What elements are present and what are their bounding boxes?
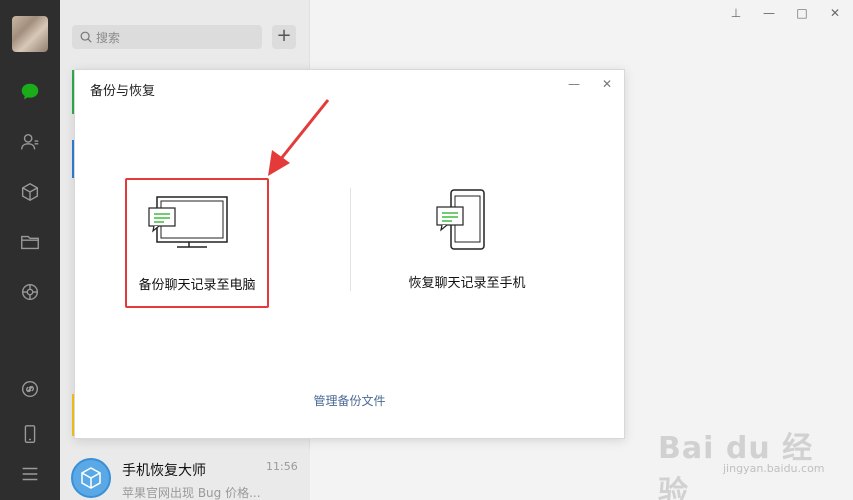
manage-backup-link[interactable]: 管理备份文件 <box>75 392 624 409</box>
divider <box>350 188 351 291</box>
link-icon[interactable] <box>18 377 42 401</box>
moments-icon[interactable] <box>18 280 42 304</box>
pin-button[interactable]: ⊥ <box>727 4 745 22</box>
menu-icon[interactable] <box>18 462 42 486</box>
dialog-minimize-button[interactable]: — <box>566 76 582 92</box>
chat-name: 手机恢复大师 <box>122 463 206 479</box>
backup-dialog: 备份与恢复 — ✕ 备份聊天记录至电脑 恢复聊天记录至手机 管理备份文件 <box>74 69 625 439</box>
backup-label: 备份聊天记录至电脑 <box>138 278 256 293</box>
dialog-close-button[interactable]: ✕ <box>599 76 615 92</box>
phone-chat-icon <box>436 189 485 250</box>
avatar[interactable] <box>12 16 48 52</box>
nav-sidebar <box>0 0 60 500</box>
search-icon <box>80 31 92 43</box>
maximize-button[interactable]: □ <box>793 4 811 22</box>
restore-label: 恢复聊天记录至手机 <box>408 276 526 291</box>
baidu-watermark: Bai du 经验 jingyan.baidu.com <box>640 405 840 500</box>
search-placeholder: 搜索 <box>96 31 121 45</box>
minimize-button[interactable]: — <box>760 4 778 22</box>
close-button[interactable]: ✕ <box>826 4 844 22</box>
folder-icon[interactable] <box>18 230 42 254</box>
monitor-icon <box>148 196 228 248</box>
app-avatar <box>71 458 111 498</box>
dialog-title: 备份与恢复 <box>90 84 156 99</box>
backup-to-pc-button[interactable]: 备份聊天记录至电脑 <box>125 178 269 308</box>
list-item[interactable]: 手机恢复大师 11:56 苹果官网出现 Bug 价格... <box>60 450 310 500</box>
restore-to-phone-button[interactable]: 恢复聊天记录至手机 <box>395 178 539 308</box>
add-button[interactable]: + <box>272 25 296 49</box>
search-input[interactable]: 搜索 <box>72 25 262 49</box>
box-icon[interactable] <box>18 180 42 204</box>
chat-icon[interactable] <box>18 80 42 104</box>
chat-time: 11:56 <box>266 460 298 473</box>
phone-icon[interactable] <box>18 422 42 446</box>
contacts-icon[interactable] <box>18 130 42 154</box>
chat-preview: 苹果官网出现 Bug 价格... <box>122 486 261 500</box>
watermark-url: jingyan.baidu.com <box>723 462 825 475</box>
